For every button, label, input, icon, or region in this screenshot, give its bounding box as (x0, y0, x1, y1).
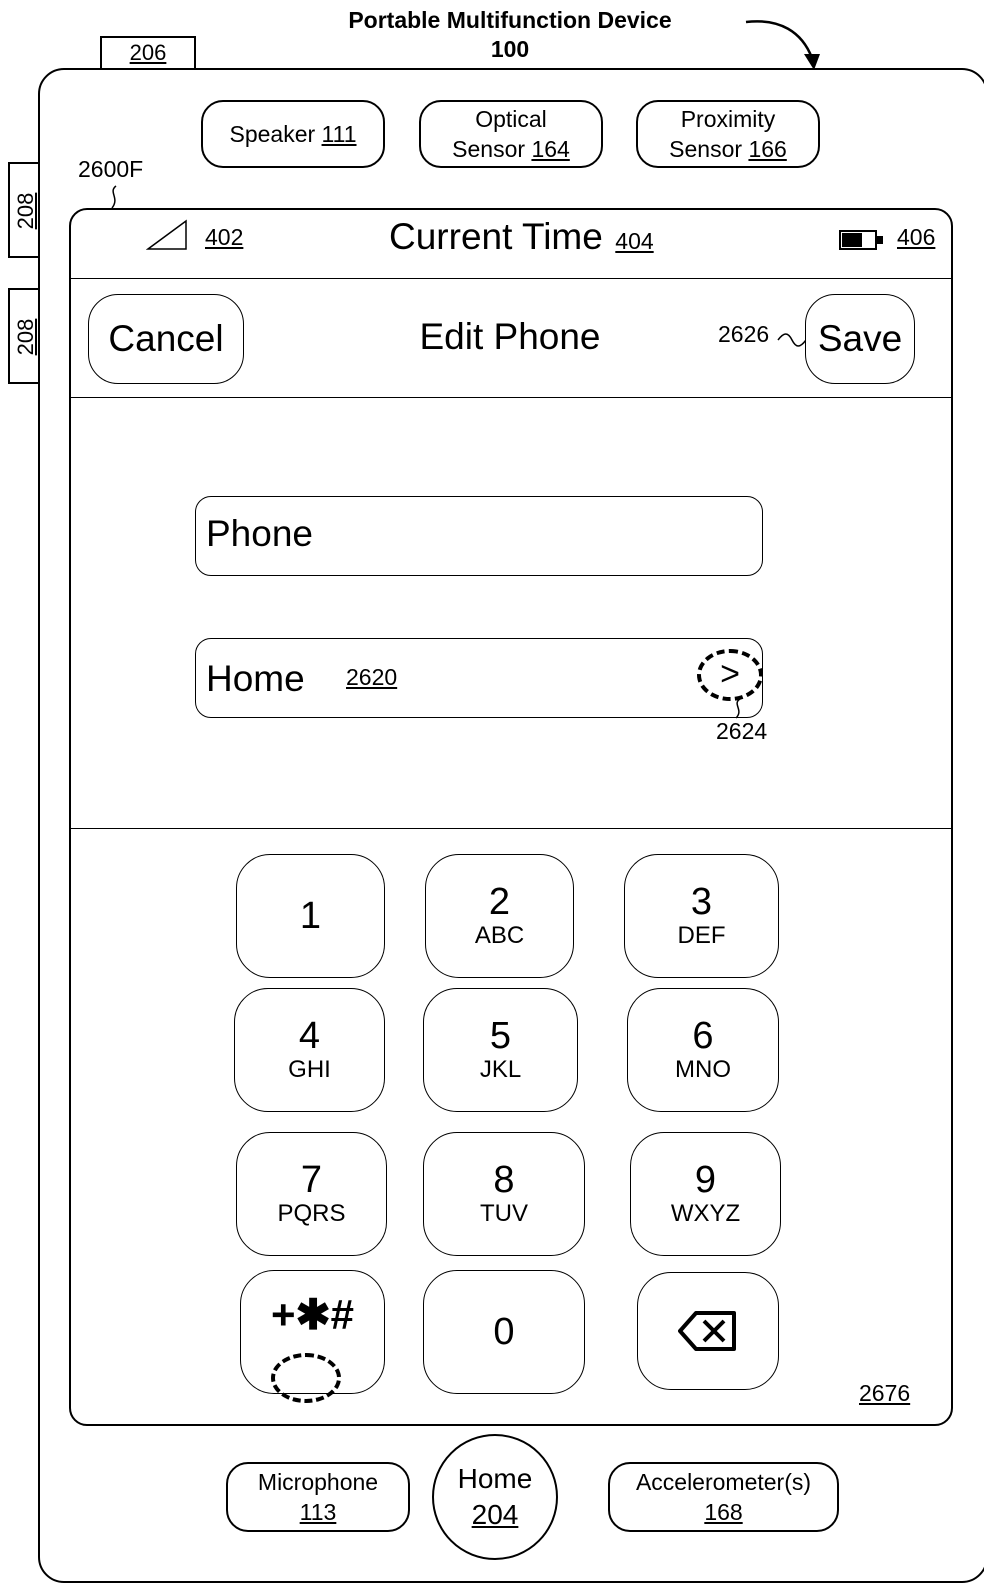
optical-label-2: Sensor 164 (452, 136, 570, 162)
key-1[interactable]: 1 (236, 854, 385, 978)
device-title-text: Portable Multifunction Device (348, 7, 672, 33)
home-button[interactable]: Home 204 (432, 1434, 558, 1560)
disclosure-ref-leader (735, 698, 741, 719)
key-letters: DEF (677, 922, 726, 949)
key-letters: JKL (479, 1056, 522, 1083)
status-divider (70, 278, 952, 279)
keypad-ref: 2676 (859, 1380, 911, 1406)
optical-sensor: Optical Sensor 164 (419, 100, 603, 168)
cancel-label: Cancel (108, 318, 224, 359)
key-letters: MNO (675, 1056, 731, 1083)
disclosure-icon[interactable]: > (697, 649, 763, 701)
accelerometer-ref: 168 (704, 1499, 743, 1525)
keypad-divider (70, 828, 952, 829)
phone-type-ref: 2620 (346, 664, 398, 690)
arrow-icon (745, 20, 820, 70)
signal-icon (146, 219, 187, 250)
home-label: Home (457, 1463, 533, 1494)
key-9[interactable]: 9 WXYZ (630, 1132, 781, 1256)
key-digit: 6 (692, 1015, 714, 1057)
key-digit: 4 (298, 1015, 321, 1057)
accelerometer-label: Accelerometer(s) (635, 1469, 812, 1495)
microphone: Microphone 113 (226, 1462, 410, 1532)
side-ref-label: 208 (13, 192, 38, 230)
side-button-upper[interactable]: 208 (8, 162, 40, 258)
key-symbols[interactable]: +✱# (240, 1270, 385, 1403)
save-ref-leader (777, 333, 807, 347)
key-digit: 3 (690, 881, 713, 923)
microphone-ref: 113 (299, 1499, 337, 1525)
key-4[interactable]: 4 GHI (234, 988, 385, 1112)
speaker-label: Speaker 111 (229, 121, 357, 147)
key-digit: 5 (489, 1015, 512, 1057)
symbols-highlight (271, 1353, 341, 1403)
nav-divider (70, 397, 952, 398)
device-number: 100 (490, 36, 530, 62)
key-letters: PQRS (277, 1200, 346, 1227)
ref-206-label: 206 (129, 40, 167, 65)
proximity-label-1: Proximity (680, 106, 776, 132)
current-time-text: Current Time (389, 216, 603, 257)
cancel-button[interactable]: Cancel (88, 294, 244, 384)
save-ref: 2626 (718, 321, 770, 347)
save-button[interactable]: Save (805, 294, 915, 384)
device-title: Portable Multifunction Device 100 (300, 6, 720, 64)
signal-ref: 402 (205, 224, 244, 250)
battery-ref: 406 (897, 224, 936, 250)
disclosure-ref: 2624 (716, 718, 768, 744)
phone-field-text: Phone (206, 513, 313, 554)
phone-type-label: Home (206, 658, 305, 699)
key-7[interactable]: 7 PQRS (236, 1132, 387, 1256)
key-digit: 8 (493, 1159, 515, 1201)
side-ref-label: 208 (13, 318, 38, 356)
phone-type-field[interactable]: Home 2620 (195, 638, 763, 718)
save-label: Save (817, 318, 903, 359)
key-digit: 1 (299, 895, 322, 937)
key-letters: TUV (480, 1200, 528, 1227)
ref-tab-206: 206 (100, 36, 196, 72)
proximity-label-2: Sensor 166 (669, 136, 787, 162)
key-digit: 7 (300, 1159, 323, 1201)
key-6[interactable]: 6 MNO (627, 988, 779, 1112)
key-3[interactable]: 3 DEF (624, 854, 779, 978)
key-digit: 9 (694, 1159, 717, 1201)
edit-phone-title: Edit Phone (419, 316, 601, 357)
key-letters: GHI (288, 1056, 331, 1083)
battery-icon (839, 230, 883, 250)
proximity-sensor: Proximity Sensor 166 (636, 100, 820, 168)
time-ref: 404 (615, 228, 654, 254)
key-5[interactable]: 5 JKL (423, 988, 578, 1112)
key-backspace[interactable] (637, 1272, 779, 1390)
backspace-icon (678, 1311, 736, 1351)
phone-field[interactable]: Phone (195, 496, 763, 576)
accelerometer: Accelerometer(s) 168 (608, 1462, 839, 1532)
key-symbols-label: +✱# (270, 1291, 355, 1338)
key-digit: 0 (493, 1311, 515, 1353)
microphone-label: Microphone (257, 1469, 379, 1495)
key-2[interactable]: 2 ABC (425, 854, 574, 978)
screen-ref-label: 2600F (78, 156, 144, 182)
key-digit: 2 (488, 881, 511, 923)
disclosure-symbol: > (720, 655, 740, 693)
key-8[interactable]: 8 TUV (423, 1132, 585, 1256)
current-time: Current Time 404 (389, 216, 654, 258)
side-button-lower[interactable]: 208 (8, 288, 40, 384)
optical-label-1: Optical (475, 106, 547, 132)
speaker-sensor: Speaker 111 (201, 100, 385, 168)
key-letters: ABC (474, 922, 525, 949)
key-letters: WXYZ (670, 1200, 741, 1227)
home-ref: 204 (471, 1499, 519, 1530)
key-0[interactable]: 0 (423, 1270, 585, 1394)
